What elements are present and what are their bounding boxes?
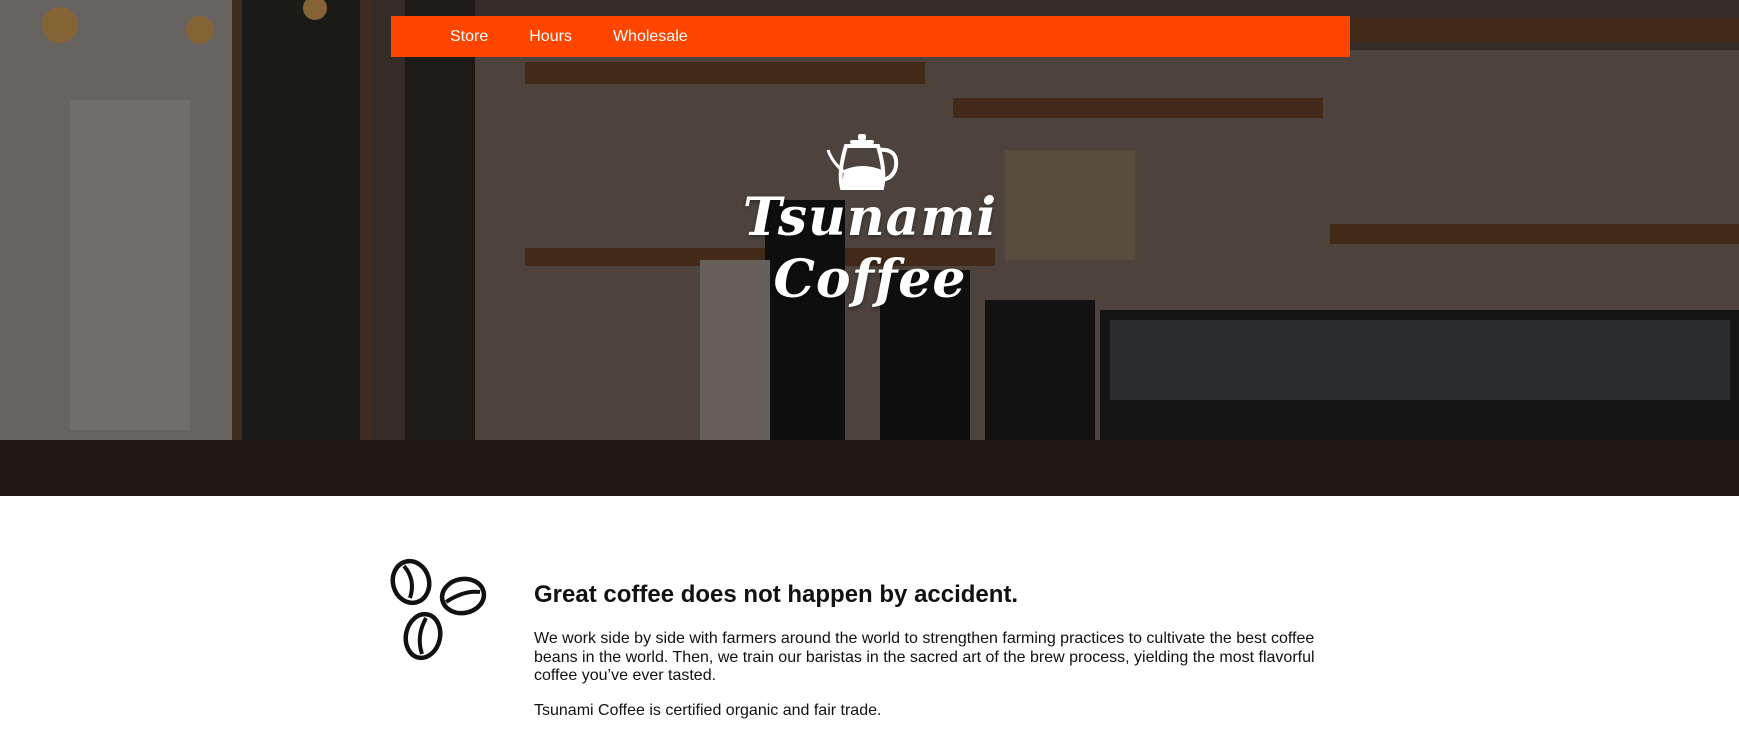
brand-name-line1: Tsunami	[742, 187, 998, 248]
nav-link-wholesale[interactable]: Wholesale	[613, 28, 688, 46]
nav-link-store[interactable]: Store	[450, 28, 488, 46]
brand-name: Tsunami Coffee	[720, 187, 1020, 311]
about-paragraph: We work side by side with farmers around…	[534, 630, 1315, 684]
hero-banner: Store Hours Wholesale Tsunami Coffee	[0, 0, 1739, 496]
about-section: Great coffee does not happen by accident…	[534, 576, 1324, 736]
brand-name-line2: Coffee	[773, 249, 967, 310]
brand-logo: Tsunami Coffee	[720, 132, 1020, 332]
nav-link-hours[interactable]: Hours	[529, 28, 572, 46]
certification-paragraph: Tsunami Coffee is certified organic and …	[534, 701, 882, 719]
section-heading: Great coffee does not happen by accident…	[534, 581, 1019, 608]
coffee-beans-icon	[390, 558, 487, 661]
top-navigation: Store Hours Wholesale	[391, 16, 1350, 57]
